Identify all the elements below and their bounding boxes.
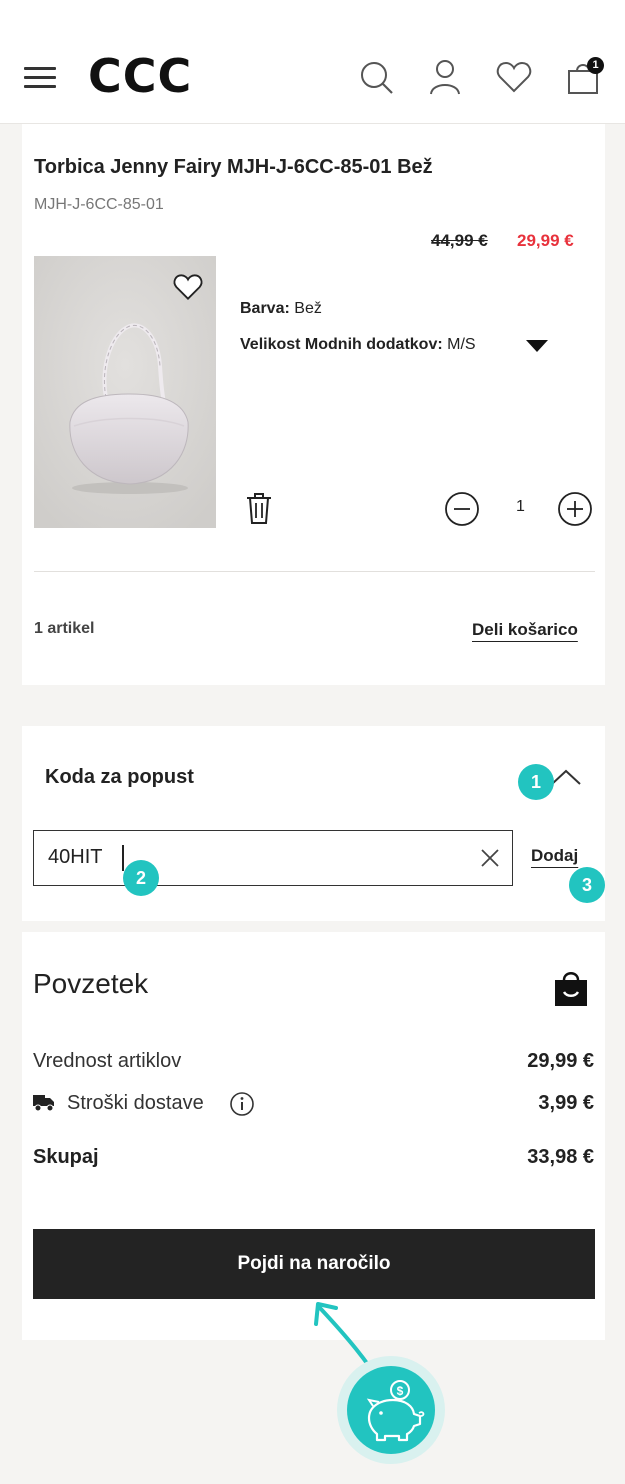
search-icon[interactable] xyxy=(357,58,395,96)
items-value-amount: 29,99 € xyxy=(527,1050,594,1072)
total-amount: 33,98 € xyxy=(527,1146,594,1168)
discount-code-input[interactable]: 40HIT xyxy=(33,830,513,886)
shopping-bag-icon xyxy=(555,972,587,1006)
summary-title: Povzetek xyxy=(33,968,149,999)
clear-icon[interactable] xyxy=(480,848,500,868)
trash-icon[interactable] xyxy=(244,491,274,525)
discount-title[interactable]: Koda za popust xyxy=(45,766,194,789)
user-icon[interactable] xyxy=(426,58,464,96)
chevron-down-icon[interactable] xyxy=(526,340,548,352)
quantity-minus-button[interactable] xyxy=(444,491,480,527)
info-icon[interactable] xyxy=(229,1091,255,1117)
product-size-select[interactable]: Velikost Modnih dodatkov: M/S xyxy=(240,336,476,354)
size-label: Velikost Modnih dodatkov: xyxy=(240,336,443,353)
header: CCC 1 xyxy=(0,0,625,124)
callout-badge-1: 1 xyxy=(518,764,554,800)
discount-code-value: 40HIT xyxy=(48,846,103,868)
piggy-bank-halo: $ xyxy=(337,1356,445,1464)
product-image[interactable] xyxy=(34,256,216,528)
color-label: Barva: xyxy=(240,300,290,317)
share-cart-link[interactable]: Deli košarico xyxy=(472,620,578,640)
piggy-bank-icon: $ xyxy=(366,1380,425,1442)
chevron-up-icon[interactable] xyxy=(550,768,582,786)
text-caret xyxy=(122,845,124,871)
size-value: M/S xyxy=(447,336,476,353)
callout-badge-2: 2 xyxy=(123,860,159,896)
price-old: 44,99 € xyxy=(431,231,488,250)
go-to-order-button[interactable]: Pojdi na naročilo xyxy=(33,1229,595,1299)
total-label: Skupaj xyxy=(33,1146,99,1168)
cart-item-card: Torbica Jenny Fairy MJH-J-6CC-85-01 Bež … xyxy=(22,124,605,685)
product-title[interactable]: Torbica Jenny Fairy MJH-J-6CC-85-01 Bež xyxy=(34,156,433,179)
logo[interactable]: CCC xyxy=(88,53,192,99)
price-new: 29,99 € xyxy=(517,231,574,250)
color-value: Bež xyxy=(294,300,322,317)
menu-icon[interactable] xyxy=(24,67,56,89)
item-count: 1 artikel xyxy=(34,620,95,637)
cart-count-badge: 1 xyxy=(587,57,604,74)
shipping-cost-label: Stroški dostave xyxy=(67,1092,204,1114)
piggy-bank-badge[interactable]: $ xyxy=(347,1366,435,1454)
callout-badge-3: 3 xyxy=(569,867,605,903)
shipping-cost-amount: 3,99 € xyxy=(538,1092,594,1114)
favorite-heart-icon[interactable] xyxy=(172,272,204,302)
product-sku: MJH-J-6CC-85-01 xyxy=(34,196,164,213)
apply-discount-button[interactable]: Dodaj xyxy=(531,846,578,866)
items-value-label: Vrednost artiklov xyxy=(33,1050,182,1072)
delivery-truck-icon xyxy=(33,1095,54,1112)
quantity-plus-button[interactable] xyxy=(557,491,593,527)
order-summary-card: Povzetek Vrednost artiklov 29,99 € Stroš… xyxy=(22,932,605,1340)
divider xyxy=(34,571,595,572)
svg-text:$: $ xyxy=(397,1384,404,1398)
quantity-value: 1 xyxy=(516,498,525,515)
heart-icon[interactable] xyxy=(495,58,533,96)
discount-code-card: Koda za popust 1 40HIT 2 Dodaj 3 xyxy=(22,726,605,921)
product-color: Barva: Bež xyxy=(240,300,322,318)
